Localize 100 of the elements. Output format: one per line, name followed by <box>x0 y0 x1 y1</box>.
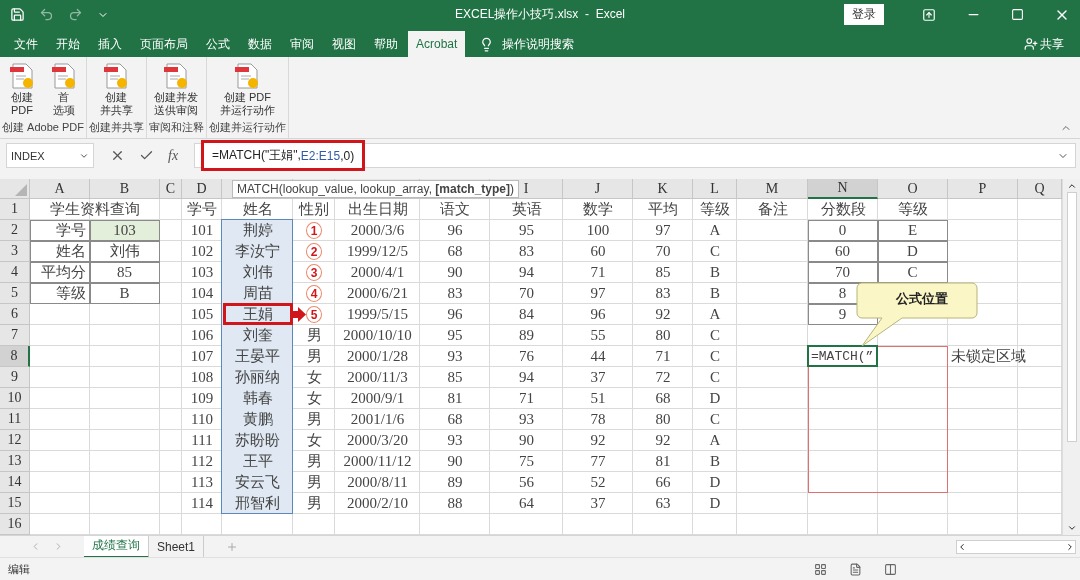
table-cell-text: 66 <box>654 473 672 493</box>
ribbon-button-label[interactable]: 创建 <box>105 91 128 105</box>
name-box[interactable]: INDEX <box>6 143 94 169</box>
table-cell-text: 63 <box>654 494 672 514</box>
table-cell-text: 90 <box>446 452 464 472</box>
ribbon-button-label[interactable]: 选项 <box>52 104 75 118</box>
table-cell-text: A <box>708 221 722 241</box>
row-header[interactable]: 8 <box>0 346 30 368</box>
scroll-left-icon[interactable] <box>957 541 967 552</box>
column-header[interactable]: B <box>90 179 160 200</box>
table-cell-text: 111 <box>190 431 214 451</box>
ribbon-tab[interactable]: 公式 <box>198 31 238 58</box>
table-cell-text: 94 <box>518 368 535 388</box>
row-header[interactable]: 11 <box>0 409 30 431</box>
table-cell[interactable]: =MATCH(” <box>808 346 878 368</box>
redo-icon[interactable] <box>68 7 83 23</box>
table-cell-text: 数学 <box>582 200 614 220</box>
row-header[interactable]: 14 <box>0 472 30 494</box>
scrollbar-thumb[interactable] <box>1066 192 1077 443</box>
table-cell-text: 76 <box>518 347 535 367</box>
table-cell-text: D <box>708 473 722 493</box>
table-cell-text: 男 <box>305 452 323 472</box>
ribbon-tab[interactable]: 视图 <box>324 31 364 58</box>
scroll-right-icon[interactable] <box>1065 541 1075 552</box>
row-header[interactable]: 3 <box>0 241 30 263</box>
column-header[interactable]: J <box>563 179 633 200</box>
page-layout-icon[interactable] <box>849 562 862 576</box>
sheet-tab[interactable]: 成绩查询 <box>84 535 149 558</box>
maximize-icon[interactable] <box>1011 8 1024 22</box>
ribbon-tab[interactable]: 插入 <box>90 31 130 58</box>
table-cell-text: 2000/11/3 <box>346 368 409 388</box>
column-header[interactable]: L <box>693 179 737 200</box>
formula-field[interactable]: =MATCH("王娟",E2:E15,0) <box>201 140 366 172</box>
table-cell: 刘伟 <box>222 262 293 284</box>
ribbon-button-label[interactable]: 并运行动作 <box>219 104 275 118</box>
ribbon-tab[interactable]: 开始 <box>48 31 88 58</box>
table-cell: 刘伟 <box>90 241 160 263</box>
ribbon-tab[interactable]: 页面布局 <box>132 31 196 58</box>
ribbon-button-label[interactable]: 送供审阅 <box>154 104 199 118</box>
ribbon-button-label[interactable]: 创建 <box>10 91 33 105</box>
column-header[interactable]: K <box>633 179 693 200</box>
table-cell-text: 56 <box>518 473 535 493</box>
row-header[interactable]: 16 <box>0 514 30 536</box>
column-header[interactable]: M <box>737 179 808 200</box>
ribbon-button-label[interactable]: PDF <box>10 104 33 118</box>
column-header[interactable]: A <box>30 179 90 200</box>
ribbon-tab[interactable]: 文件 <box>6 31 46 58</box>
row-header[interactable]: 12 <box>0 430 30 452</box>
column-header[interactable]: N <box>808 179 878 200</box>
column-header[interactable]: D <box>182 179 222 200</box>
column-header[interactable]: Q <box>1018 179 1062 200</box>
table-cell-text: 102 <box>189 242 215 262</box>
callout-text: 公式位置 <box>896 290 948 309</box>
window-title: EXCEL操作小技巧.xlsx - Excel <box>455 6 625 24</box>
row-header[interactable]: 6 <box>0 304 30 326</box>
ribbon-button-label[interactable]: 创建并发 <box>154 91 199 105</box>
row-header[interactable]: 9 <box>0 367 30 389</box>
group-label: 创建并共享 <box>88 119 144 135</box>
share-button[interactable]: 共享 <box>1040 35 1064 53</box>
table-cell-text: A <box>708 431 722 451</box>
column-header[interactable]: P <box>948 179 1018 200</box>
save-icon[interactable] <box>10 7 25 23</box>
undo-icon[interactable] <box>39 7 54 23</box>
ribbon-display-icon[interactable] <box>922 7 936 22</box>
table-cell-text: 68 <box>446 242 464 262</box>
table-cell-text: 71 <box>589 263 607 283</box>
ribbon-tab[interactable]: Acrobat <box>408 31 466 58</box>
normal-view-icon[interactable] <box>814 562 827 576</box>
table-cell-text: 2000/9/1 <box>349 389 406 409</box>
ribbon-button-label[interactable]: 创建 PDF <box>223 91 271 105</box>
page-break-view-icon[interactable] <box>884 562 897 576</box>
row-header[interactable]: 1 <box>0 199 30 221</box>
row-header[interactable]: 2 <box>0 220 30 242</box>
sign-in-button[interactable]: 登录 <box>844 4 884 26</box>
table-cell-text: 92 <box>654 431 672 451</box>
row-header[interactable]: 13 <box>0 451 30 473</box>
ribbon-button-label[interactable]: 并共享 <box>99 104 133 118</box>
horizontal-scrollbar[interactable] <box>956 539 1076 554</box>
column-header[interactable]: C <box>160 179 182 200</box>
column-header[interactable]: O <box>878 179 948 200</box>
table-cell-text: 2000/6/21 <box>346 284 409 304</box>
tell-me-search[interactable]: 操作说明搜索 <box>502 35 575 53</box>
row-header[interactable]: 15 <box>0 493 30 515</box>
table-cell-text: 68 <box>446 410 464 430</box>
merged-cell-text: 学生资料查询 <box>49 200 141 220</box>
table-cell-text: 83 <box>446 284 464 304</box>
row-header[interactable]: 4 <box>0 262 30 284</box>
row-header[interactable]: 7 <box>0 325 30 347</box>
table-cell-text: D <box>708 389 722 409</box>
row-header[interactable]: 5 <box>0 283 30 305</box>
insert-function-button[interactable]: fx <box>168 147 179 164</box>
table-cell: 0 <box>808 220 878 242</box>
row-header[interactable]: 10 <box>0 388 30 410</box>
ribbon-tab[interactable]: 数据 <box>240 31 280 58</box>
table-cell: 韩春 <box>222 388 293 410</box>
table-cell-text: 女 <box>305 431 323 451</box>
table-cell: 刘奎 <box>222 325 293 347</box>
ribbon-tab[interactable]: 审阅 <box>282 31 322 58</box>
ribbon-button-label[interactable]: 首 <box>58 91 70 105</box>
ribbon-tab[interactable]: 帮助 <box>366 31 406 58</box>
